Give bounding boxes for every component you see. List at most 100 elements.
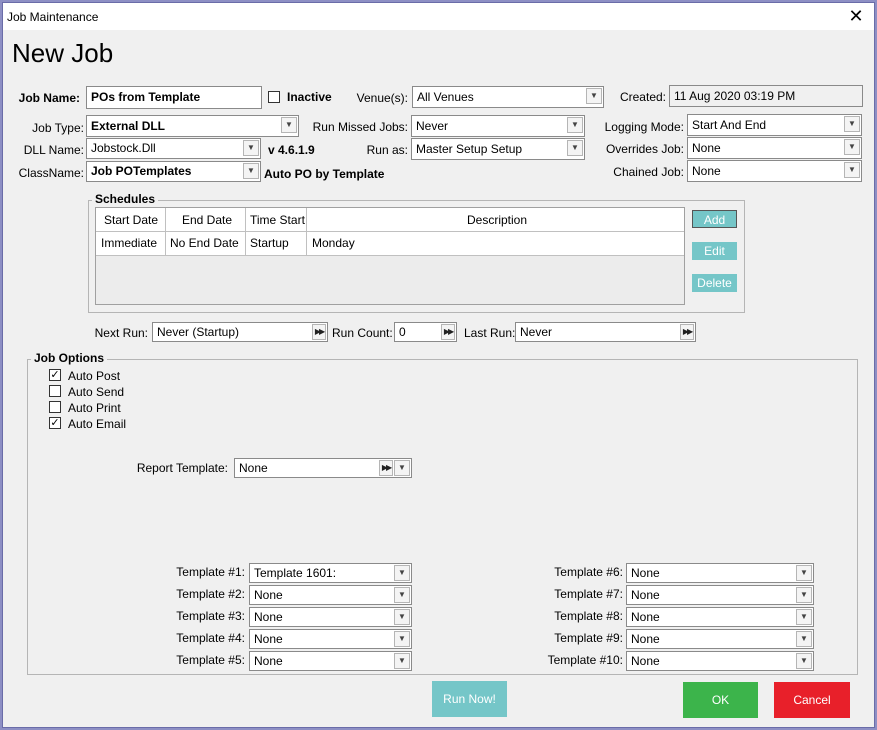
cancel-button[interactable]: Cancel bbox=[774, 682, 850, 718]
ok-button[interactable]: OK bbox=[683, 682, 758, 718]
column-header-end-date[interactable]: End Date bbox=[182, 209, 232, 231]
job-options-legend: Job Options bbox=[31, 351, 107, 365]
job-name-label: Job Name: bbox=[18, 91, 80, 105]
chevron-down-icon: ▼ bbox=[844, 139, 860, 155]
chevron-down-icon: ▼ bbox=[796, 565, 812, 581]
created-field: 11 Aug 2020 03:19 PM bbox=[669, 85, 863, 107]
run-count-field[interactable]: 0 ▶▶ bbox=[394, 322, 457, 342]
logging-mode-label: Logging Mode: bbox=[604, 120, 684, 134]
created-label: Created: bbox=[619, 90, 666, 104]
template-2-dropdown[interactable]: None ▼ bbox=[249, 585, 412, 605]
template-3-label: Template #3: bbox=[176, 609, 245, 623]
overrides-job-dropdown[interactable]: None ▼ bbox=[687, 137, 862, 159]
fast-forward-icon[interactable]: ▶▶ bbox=[680, 324, 694, 340]
auto-send-checkbox[interactable] bbox=[49, 385, 61, 397]
check-icon: ✓ bbox=[50, 369, 60, 381]
run-now-button[interactable]: Run Now! bbox=[432, 681, 507, 717]
column-header-start-date[interactable]: Start Date bbox=[104, 209, 158, 231]
template-5-dropdown[interactable]: None ▼ bbox=[249, 651, 412, 671]
template-1-value: Template 1601: bbox=[254, 566, 337, 580]
job-options-group bbox=[27, 359, 858, 675]
job-name-input[interactable]: POs from Template bbox=[86, 86, 262, 109]
report-template-dropdown[interactable]: None ▶▶ ▼ bbox=[234, 458, 412, 478]
template-10-dropdown[interactable]: None ▼ bbox=[626, 651, 814, 671]
grid-row-divider bbox=[96, 255, 684, 256]
run-count-label: Run Count: bbox=[332, 326, 393, 340]
delete-schedule-button[interactable]: Delete bbox=[692, 274, 737, 292]
grid-empty-area bbox=[96, 256, 684, 304]
grid-column-divider bbox=[306, 208, 307, 256]
template-6-dropdown[interactable]: None ▼ bbox=[626, 563, 814, 583]
run-missed-jobs-value: Never bbox=[416, 119, 449, 133]
auto-post-label: Auto Post bbox=[68, 369, 121, 383]
last-run-label: Last Run: bbox=[464, 326, 516, 340]
template-5-label: Template #5: bbox=[176, 653, 245, 667]
template-6-label: Template #6: bbox=[554, 565, 623, 579]
auto-print-checkbox[interactable] bbox=[49, 401, 61, 413]
template-4-dropdown[interactable]: None ▼ bbox=[249, 629, 412, 649]
auto-send-label: Auto Send bbox=[68, 385, 125, 399]
inactive-label: Inactive bbox=[287, 90, 332, 104]
template-5-value: None bbox=[254, 654, 283, 668]
venues-dropdown[interactable]: All Venues ▼ bbox=[412, 86, 604, 108]
chained-job-value: None bbox=[692, 164, 721, 178]
chained-job-dropdown[interactable]: None ▼ bbox=[687, 160, 862, 182]
fast-forward-icon[interactable]: ▶▶ bbox=[379, 460, 393, 476]
cell-end-date: No End Date bbox=[170, 236, 239, 250]
report-template-label: Report Template: bbox=[136, 461, 228, 475]
run-missed-jobs-label: Run Missed Jobs: bbox=[312, 120, 408, 134]
dll-name-value: Jobstock.Dll bbox=[91, 141, 156, 155]
next-run-label: Next Run: bbox=[94, 326, 148, 340]
run-missed-jobs-dropdown[interactable]: Never ▼ bbox=[411, 115, 585, 137]
template-1-label: Template #1: bbox=[176, 565, 245, 579]
schedules-legend: Schedules bbox=[92, 192, 159, 206]
column-header-time-start[interactable]: Time Start bbox=[250, 209, 305, 231]
inactive-checkbox[interactable] bbox=[268, 91, 280, 103]
edit-schedule-button[interactable]: Edit bbox=[692, 242, 737, 260]
cell-description: Monday bbox=[312, 236, 355, 250]
last-run-value: Never bbox=[520, 325, 553, 339]
template-7-dropdown[interactable]: None ▼ bbox=[626, 585, 814, 605]
auto-email-checkbox[interactable]: ✓ bbox=[49, 417, 61, 429]
chevron-down-icon: ▼ bbox=[394, 565, 410, 581]
grid-column-divider bbox=[245, 208, 246, 256]
dll-name-dropdown[interactable]: Jobstock.Dll ▼ bbox=[86, 138, 261, 159]
auto-post-checkbox[interactable]: ✓ bbox=[49, 369, 61, 381]
template-2-value: None bbox=[254, 588, 283, 602]
last-run-field[interactable]: Never ▶▶ bbox=[515, 322, 696, 342]
report-template-value: None bbox=[239, 461, 268, 475]
chevron-down-icon: ▼ bbox=[796, 587, 812, 603]
run-count-value: 0 bbox=[399, 325, 406, 339]
fast-forward-icon[interactable]: ▶▶ bbox=[441, 324, 455, 340]
column-header-description[interactable]: Description bbox=[467, 209, 527, 231]
logging-mode-value: Start And End bbox=[692, 118, 767, 132]
template-9-dropdown[interactable]: None ▼ bbox=[626, 629, 814, 649]
close-icon[interactable]: ✕ bbox=[846, 6, 866, 26]
venues-label: Venue(s): bbox=[356, 91, 408, 105]
job-type-dropdown[interactable]: External DLL ▼ bbox=[86, 115, 299, 137]
grid-column-divider bbox=[165, 208, 166, 256]
schedules-grid: Start Date End Date Time Start Descripti… bbox=[95, 207, 685, 305]
check-icon: ✓ bbox=[50, 417, 60, 429]
template-8-value: None bbox=[631, 610, 660, 624]
template-3-dropdown[interactable]: None ▼ bbox=[249, 607, 412, 627]
template-4-label: Template #4: bbox=[176, 631, 245, 645]
chevron-down-icon: ▼ bbox=[394, 587, 410, 603]
template-9-label: Template #9: bbox=[554, 631, 623, 645]
class-name-dropdown[interactable]: Job POTemplates ▼ bbox=[86, 161, 261, 182]
chevron-down-icon: ▼ bbox=[243, 140, 259, 156]
template-10-label: Template #10: bbox=[547, 653, 623, 667]
template-8-dropdown[interactable]: None ▼ bbox=[626, 607, 814, 627]
logging-mode-dropdown[interactable]: Start And End ▼ bbox=[687, 114, 862, 136]
fast-forward-icon[interactable]: ▶▶ bbox=[312, 324, 326, 340]
chevron-down-icon: ▼ bbox=[844, 162, 860, 178]
chevron-down-icon: ▼ bbox=[243, 163, 259, 179]
auto-email-label: Auto Email bbox=[68, 417, 127, 431]
chevron-down-icon: ▼ bbox=[796, 609, 812, 625]
run-as-dropdown[interactable]: Master Setup Setup ▼ bbox=[411, 138, 585, 160]
venues-value: All Venues bbox=[417, 90, 474, 104]
next-run-field[interactable]: Never (Startup) ▶▶ bbox=[152, 322, 328, 342]
add-schedule-button[interactable]: Add bbox=[692, 210, 737, 228]
template-1-dropdown[interactable]: Template 1601: ▼ bbox=[249, 563, 412, 583]
dll-name-label: DLL Name: bbox=[23, 143, 84, 157]
